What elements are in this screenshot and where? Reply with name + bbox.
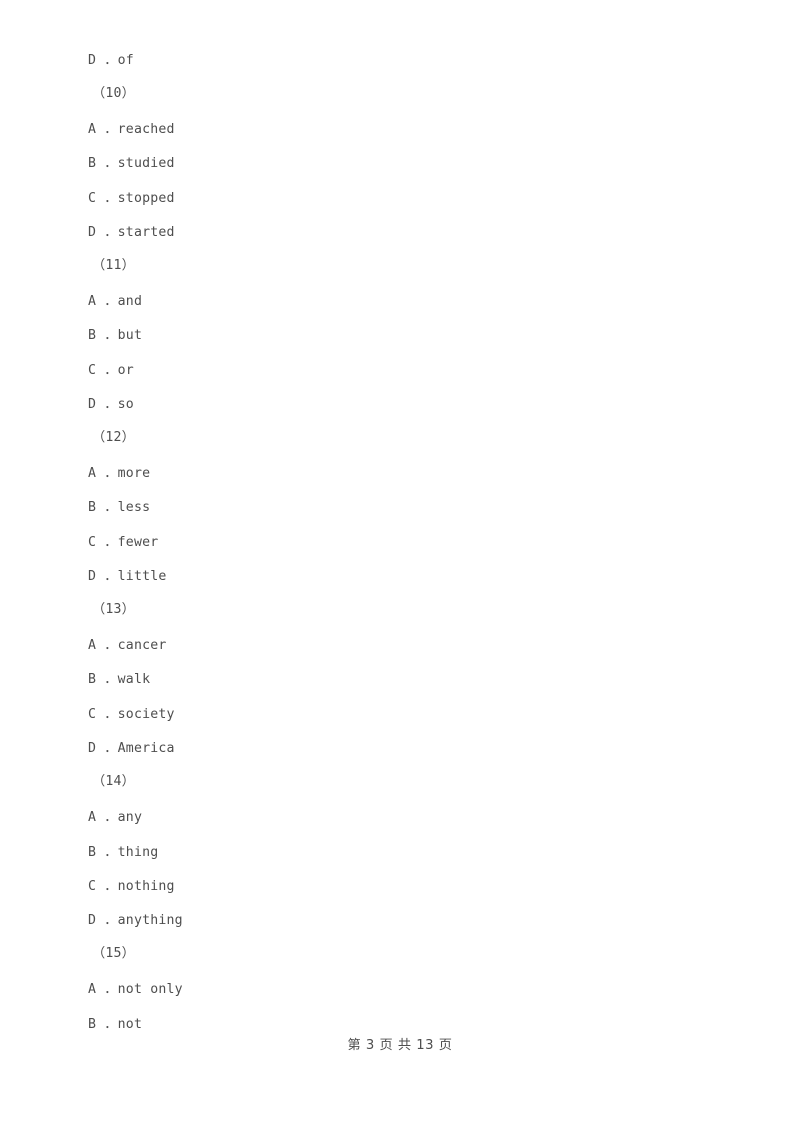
answer-option: A ．and xyxy=(88,294,143,309)
answer-option: B ．thing xyxy=(88,845,159,860)
answer-option: A ．any xyxy=(88,810,143,825)
answer-option: B ．not xyxy=(88,1017,143,1032)
answer-option: A ．more xyxy=(88,466,151,481)
question-number: （14） xyxy=(92,774,136,789)
answer-option: C ．stopped xyxy=(88,191,175,206)
answer-option: B ．less xyxy=(88,500,151,515)
answer-option: D ．so xyxy=(88,397,134,412)
answer-option: D ．started xyxy=(88,225,175,240)
answer-option: C ．fewer xyxy=(88,535,159,550)
question-number: （15） xyxy=(92,946,136,961)
question-number: （13） xyxy=(92,602,136,617)
answer-option: B ．but xyxy=(88,328,143,343)
document-page: D ．of （10） A ．reached B ．studied C ．stopped D… xyxy=(0,0,800,1132)
answer-option: C ．nothing xyxy=(88,879,175,894)
answer-option: C ．society xyxy=(88,707,175,722)
answer-option: D ．America xyxy=(88,741,175,756)
page-footer: 第 3 页 共 13 页 xyxy=(347,1038,453,1053)
question-number: （12） xyxy=(92,430,136,445)
answer-option: D ．of xyxy=(88,53,134,68)
answer-option: D ．anything xyxy=(88,913,183,928)
answer-option: A ．cancer xyxy=(88,638,167,653)
answer-option: A ．not only xyxy=(88,982,183,997)
answer-option: C ．or xyxy=(88,363,134,378)
question-number: （10） xyxy=(92,86,136,101)
answer-option: D ．little xyxy=(88,569,167,584)
answer-option: B ．studied xyxy=(88,156,175,171)
answer-option: B ．walk xyxy=(88,672,151,687)
answer-option: A ．reached xyxy=(88,122,175,137)
question-number: （11） xyxy=(92,258,136,273)
